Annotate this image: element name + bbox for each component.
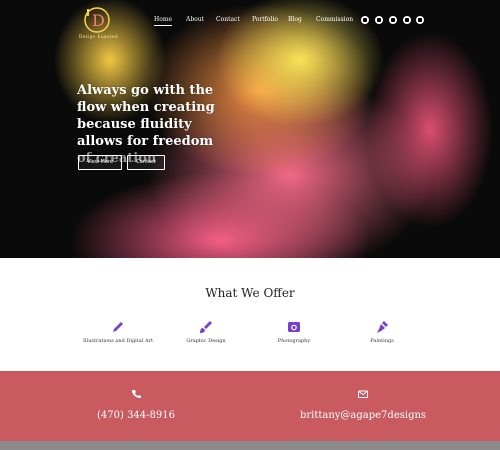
logo-text: Design Exposed: [79, 34, 119, 39]
youtube-icon[interactable]: [375, 16, 383, 24]
instagram-icon[interactable]: [361, 16, 369, 24]
offer-title: What We Offer: [205, 286, 295, 300]
contact-button[interactable]: Contact: [127, 155, 165, 170]
hero-headline-main: Always go with the flow when creating be…: [77, 83, 215, 149]
footer-strip: [0, 441, 500, 450]
nav-home[interactable]: Home: [154, 16, 173, 26]
email-address: brittany@agape7designs: [299, 410, 427, 421]
pinterest-alt-icon[interactable]: [416, 16, 424, 24]
contact-email[interactable]: brittany@agape7designs: [273, 389, 453, 422]
nav-portfolio[interactable]: Portfolio: [252, 16, 278, 23]
brush-icon: [200, 321, 212, 333]
logo-icon[interactable]: D: [84, 7, 110, 33]
contact-bar: (470) 344-8916 brittany@agape7designs: [0, 371, 500, 441]
envelope-icon: [358, 390, 368, 398]
phone-number: (470) 344-8916: [97, 410, 175, 421]
offer-item-paintings[interactable]: Paintings: [327, 320, 437, 344]
nav-about[interactable]: About: [186, 16, 204, 23]
hero-section: D Design Exposed Home About Contact Port…: [0, 0, 500, 258]
nav-commission[interactable]: Commission: [316, 16, 353, 23]
photo-icon: [288, 322, 300, 332]
contact-phone[interactable]: (470) 344-8916: [46, 389, 226, 422]
pinterest-icon[interactable]: [403, 16, 411, 24]
offer-label: Paintings: [370, 338, 394, 344]
nav-blog[interactable]: Blog: [288, 16, 302, 23]
view-more-button[interactable]: View More: [78, 155, 122, 170]
phone-icon: [131, 390, 141, 399]
svg-text:D: D: [92, 11, 105, 30]
twitter-icon[interactable]: [389, 16, 397, 24]
nav-contact[interactable]: Contact: [216, 16, 240, 23]
pen-nib-icon: [377, 321, 388, 333]
pencil-icon: [113, 322, 123, 332]
